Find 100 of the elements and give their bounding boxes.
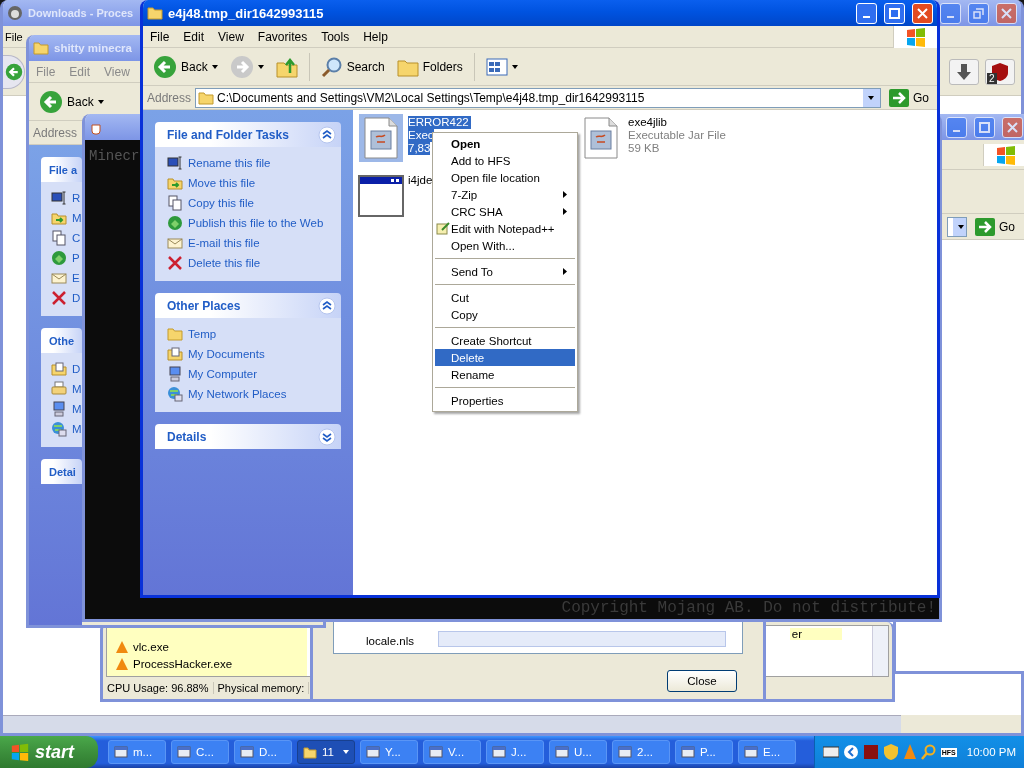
taskbar-button[interactable]: E...	[738, 740, 796, 764]
task-link[interactable]: C	[51, 230, 81, 246]
task-link[interactable]: Rename this file	[167, 155, 271, 171]
close-dialog-button[interactable]: Close	[667, 670, 737, 692]
file-name[interactable]: exe4jlib	[628, 116, 667, 129]
menu-item[interactable]: Create Shortcut	[435, 332, 575, 349]
task-link[interactable]: P	[51, 250, 80, 266]
menu-item[interactable]: Send To	[435, 263, 575, 280]
file-name[interactable]: i4jde	[408, 174, 433, 187]
menu-item[interactable]: Edit with Notepad++	[435, 220, 575, 237]
menu-item[interactable]: Rename	[435, 366, 575, 383]
back-button[interactable]: Back	[149, 52, 222, 81]
start-button[interactable]: start	[0, 736, 98, 768]
collapse-icon[interactable]	[318, 296, 336, 315]
taskbar-button[interactable]: Y...	[360, 740, 418, 764]
menu-item[interactable]: 7-Zip	[435, 186, 575, 203]
menu-item[interactable]: File	[3, 30, 25, 43]
task-link[interactable]: Temp	[167, 326, 217, 342]
task-link[interactable]: R	[51, 190, 81, 206]
task-link[interactable]: M	[51, 381, 82, 397]
section-header[interactable]: Detai	[41, 459, 82, 484]
task-link[interactable]: My Computer	[167, 366, 258, 382]
task-link[interactable]: M	[51, 210, 82, 226]
section-title: File a	[49, 163, 78, 176]
close-button[interactable]	[912, 2, 933, 24]
restore-button[interactable]	[968, 2, 989, 24]
menu-item[interactable]: Open file location	[435, 169, 575, 186]
section-header[interactable]: Other Places	[155, 293, 341, 318]
section-header[interactable]: Details	[155, 424, 341, 449]
section-header[interactable]: Othe	[41, 328, 82, 353]
dropdown-button[interactable]	[953, 217, 966, 236]
computer-icon	[167, 366, 183, 382]
task-link[interactable]: My Network Places	[167, 386, 287, 402]
download-button[interactable]	[949, 58, 979, 85]
folders-button[interactable]: Folders	[392, 54, 467, 79]
taskbar-button[interactable]: U...	[549, 740, 607, 764]
task-link[interactable]: My Documents	[167, 346, 265, 362]
taskbar-button[interactable]: D...	[234, 740, 292, 764]
back-button[interactable]: Back	[35, 87, 108, 116]
menu-item[interactable]: View	[97, 64, 137, 79]
app-icon	[366, 745, 380, 759]
section-header[interactable]: File a	[41, 157, 82, 182]
task-link[interactable]: D	[51, 361, 81, 377]
task-link[interactable]: M	[51, 401, 82, 417]
windows-logo-icon	[10, 742, 30, 762]
back-button[interactable]	[3, 54, 25, 89]
menu-item[interactable]: Properties	[435, 392, 575, 409]
task-link[interactable]: E	[51, 270, 80, 286]
task-link[interactable]: Copy this file	[167, 195, 254, 211]
close-button[interactable]	[1002, 116, 1023, 138]
extension-button[interactable]: 2	[985, 58, 1015, 85]
taskbar-button[interactable]: 11	[297, 740, 355, 764]
address-field[interactable]	[947, 216, 967, 237]
task-link[interactable]: M	[51, 421, 82, 437]
menu-item[interactable]: Add to HFS	[435, 152, 575, 169]
task-link[interactable]: Publish this file to the Web	[167, 215, 324, 231]
menu-item[interactable]: Open	[435, 135, 575, 152]
menu-item[interactable]: Edit	[62, 64, 98, 79]
envelope-icon	[51, 270, 67, 286]
search-button[interactable]: Search	[316, 53, 389, 80]
section-header[interactable]: File and Folder Tasks	[155, 122, 341, 147]
address-field[interactable]: C:\Documents and Settings\VM2\Local Settings\Temp\e4j48.tmp_dir1642993115	[195, 87, 881, 108]
minimize-button[interactable]	[940, 2, 961, 24]
maximize-button[interactable]	[884, 2, 905, 24]
menu-item[interactable]: CRC SHA	[435, 203, 575, 220]
minimize-button[interactable]	[946, 116, 967, 138]
menu-item[interactable]: Help	[356, 29, 395, 44]
taskbar-button[interactable]: V...	[423, 740, 481, 764]
taskbar-button[interactable]: J...	[486, 740, 544, 764]
menu-item[interactable]: Tools	[314, 29, 357, 44]
taskbar-button[interactable]: 2...	[612, 740, 670, 764]
process-row[interactable]: vlc.exe	[115, 638, 307, 655]
taskbar-button[interactable]: m...	[108, 740, 166, 764]
menu-item[interactable]: File	[143, 29, 177, 44]
task-link[interactable]: D	[51, 290, 81, 306]
menu-item[interactable]: Cut	[435, 289, 575, 306]
menu-item[interactable]: Edit	[176, 29, 212, 44]
process-row[interactable]: ProcessHacker.exe	[115, 655, 307, 672]
go-button[interactable]: Go	[971, 217, 1019, 236]
menu-item[interactable]: Copy	[435, 306, 575, 323]
menu-item[interactable]: Favorites	[250, 29, 315, 44]
file-name[interactable]: ERROR422	[408, 116, 471, 129]
minimize-button[interactable]	[856, 2, 877, 24]
menu-item[interactable]: View	[211, 29, 251, 44]
globe-icon	[51, 250, 67, 266]
taskbar-button[interactable]: C...	[171, 740, 229, 764]
menu-item[interactable]: Delete	[435, 349, 575, 366]
dropdown-button[interactable]	[863, 88, 880, 107]
menu-item[interactable]: Open With...	[435, 237, 575, 254]
taskbar-button[interactable]: P...	[675, 740, 733, 764]
task-link[interactable]: E-mail this file	[167, 235, 260, 251]
task-link[interactable]: Move this file	[167, 175, 256, 191]
caret-icon	[958, 224, 965, 229]
expand-icon[interactable]	[318, 427, 336, 446]
close-button[interactable]	[996, 2, 1017, 24]
task-link[interactable]: Delete this file	[167, 255, 261, 271]
maximize-button[interactable]	[974, 116, 995, 138]
collapse-icon[interactable]	[318, 125, 336, 144]
clock: 10:00 PM	[966, 746, 1016, 758]
go-button[interactable]: Go	[885, 88, 933, 107]
